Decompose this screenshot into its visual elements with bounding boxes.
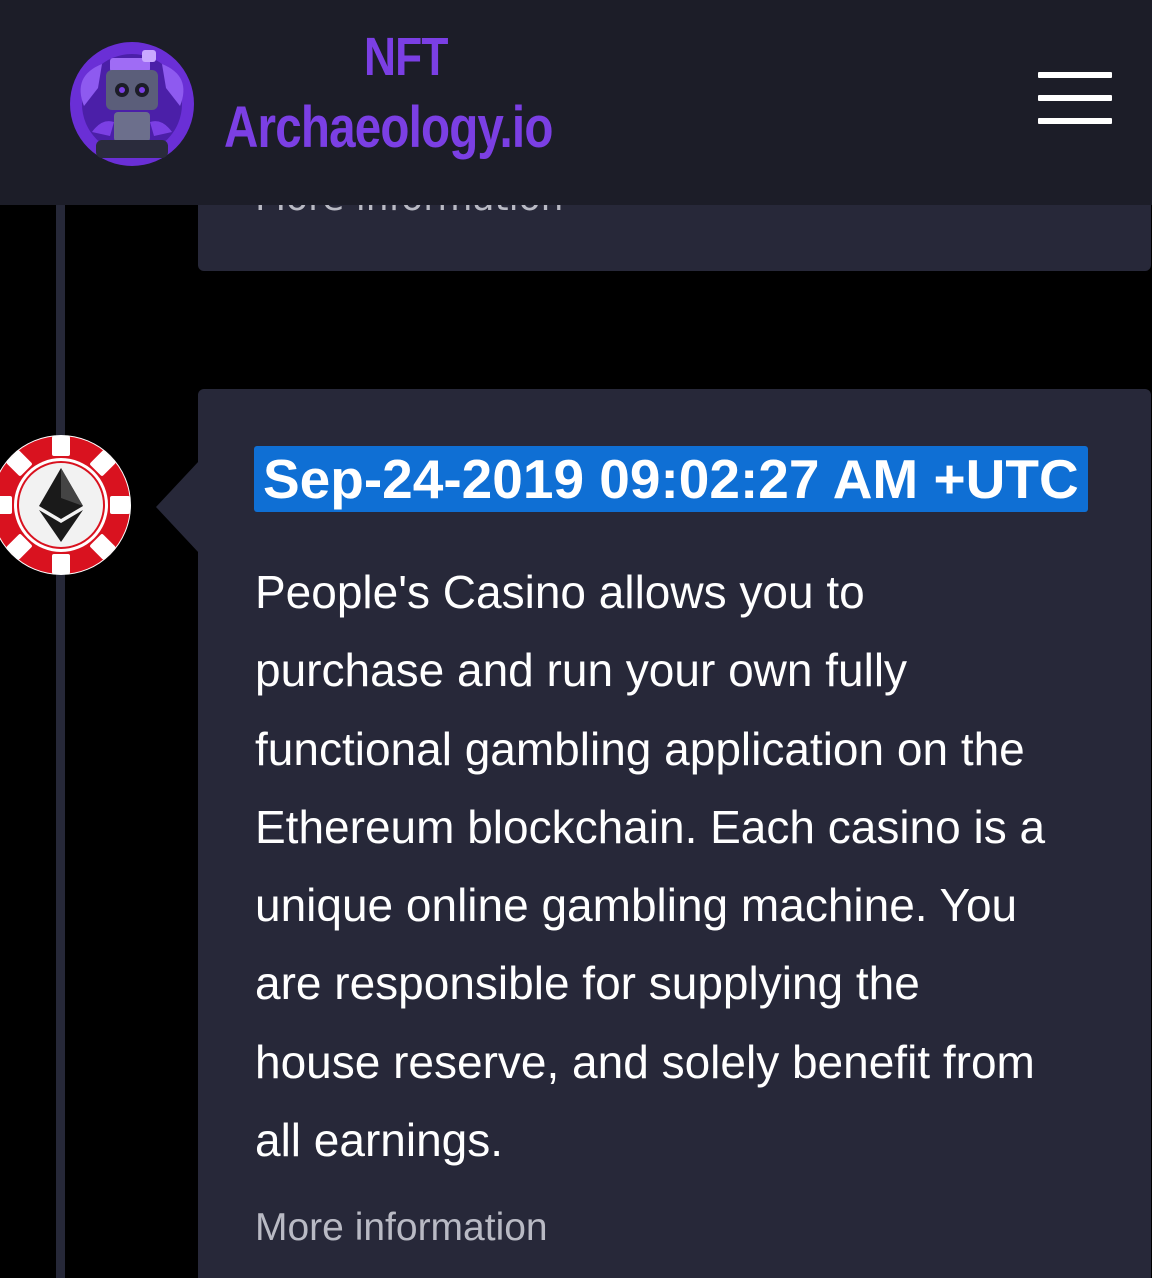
robot-logo-icon[interactable]	[62, 36, 202, 166]
more-information-link[interactable]: More information	[255, 1206, 548, 1250]
logo-text-nft[interactable]: NFT	[364, 26, 448, 88]
hamburger-menu-button[interactable]	[1038, 72, 1112, 124]
hamburger-icon	[1038, 72, 1112, 78]
site-header: NFT Archaeology.io	[0, 0, 1152, 205]
entry-description: People's Casino allows you to purchase a…	[255, 566, 1046, 1167]
entry-timestamp[interactable]: Sep-24-2019 09:02:27 AM +UTC	[254, 446, 1088, 512]
timeline-line	[56, 200, 65, 1278]
logo-text-archaeology[interactable]: Archaeology.io	[224, 94, 553, 161]
ethereum-casino-chip-icon	[0, 435, 131, 575]
timeline-card-pointer	[156, 461, 199, 553]
page: More information NFT Archaeology.io	[0, 0, 1152, 1278]
